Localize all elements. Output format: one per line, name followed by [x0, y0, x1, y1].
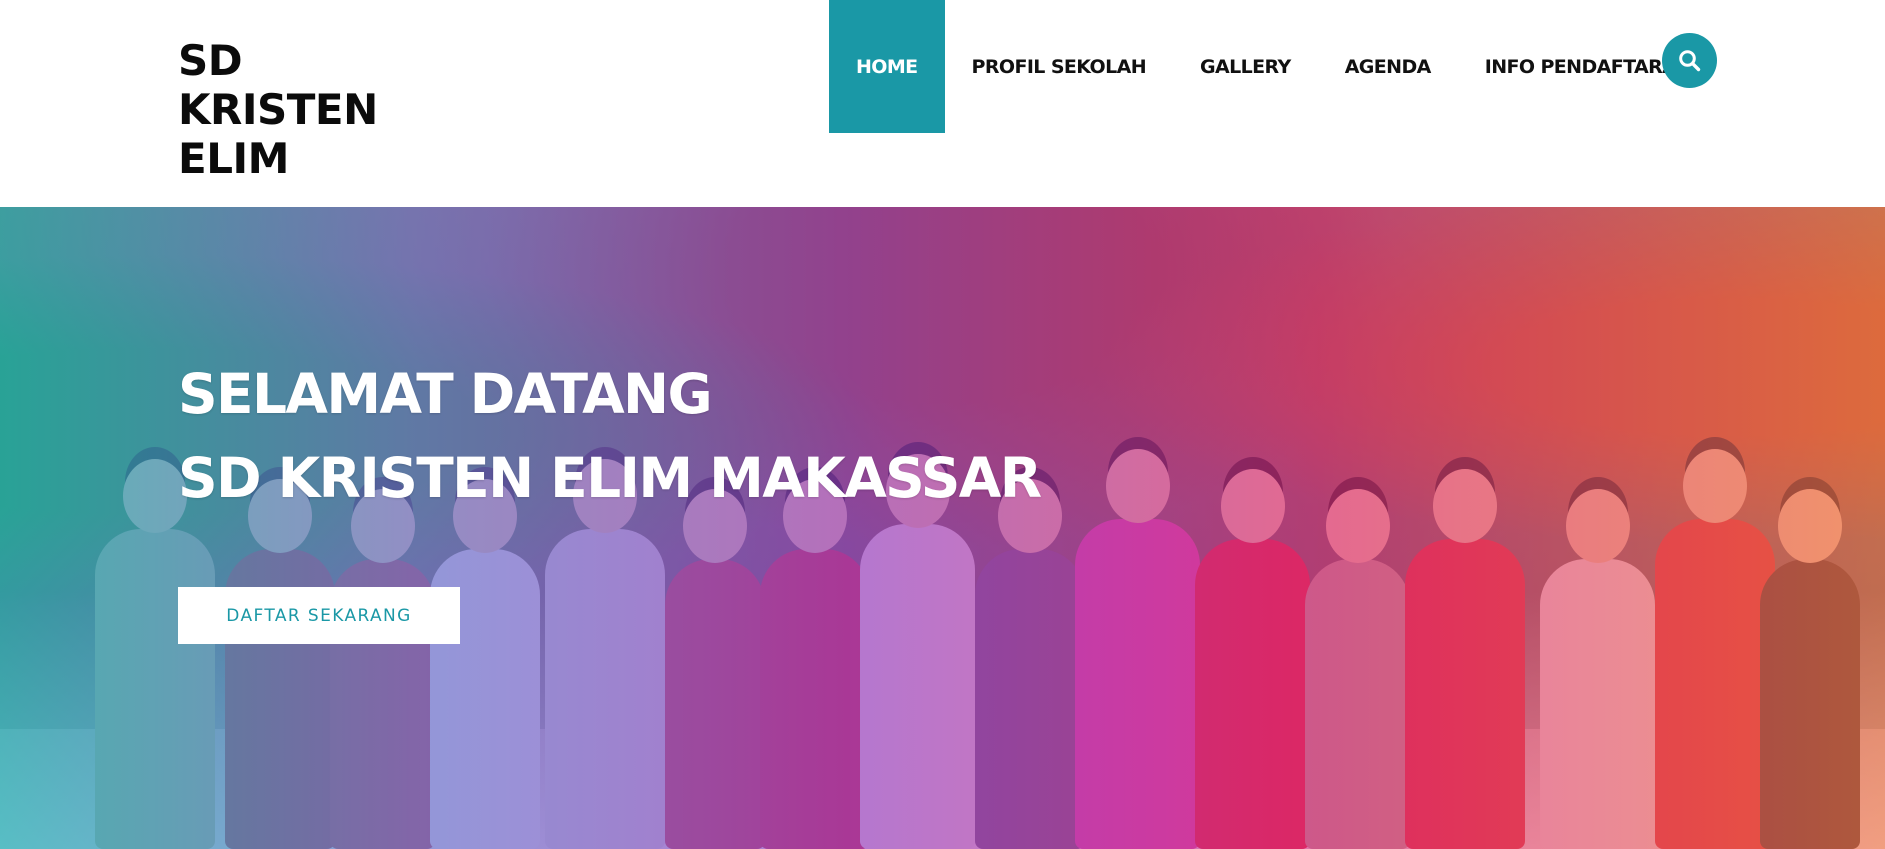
hero-title: SELAMAT DATANG SD KRISTEN ELIM MAKASSAR	[178, 352, 1042, 520]
site-header: SD KRISTEN ELIM HOME PROFIL SEKOLAH GALL…	[0, 0, 1885, 207]
site-logo[interactable]: SD KRISTEN ELIM	[178, 36, 398, 183]
hero-title-line-1: SELAMAT DATANG	[178, 362, 713, 426]
search-icon	[1679, 50, 1701, 72]
nav-item-gallery[interactable]: GALLERY	[1173, 0, 1318, 133]
register-now-button[interactable]: DAFTAR SEKARANG	[178, 587, 460, 644]
hero-banner: SELAMAT DATANG SD KRISTEN ELIM MAKASSAR …	[0, 207, 1885, 849]
logo-line-1: SD	[178, 36, 243, 85]
search-button[interactable]	[1662, 33, 1717, 88]
nav-item-agenda[interactable]: AGENDA	[1318, 0, 1458, 133]
nav-item-profil-sekolah[interactable]: PROFIL SEKOLAH	[945, 0, 1173, 133]
nav-item-home[interactable]: HOME	[829, 0, 945, 133]
hero-title-line-2: SD KRISTEN ELIM MAKASSAR	[178, 446, 1042, 510]
hero-gradient-overlay	[0, 207, 1885, 849]
main-nav: HOME PROFIL SEKOLAH GALLERY AGENDA INFO …	[829, 0, 1719, 133]
logo-line-3: ELIM	[178, 134, 289, 183]
logo-line-2: KRISTEN	[178, 85, 378, 134]
